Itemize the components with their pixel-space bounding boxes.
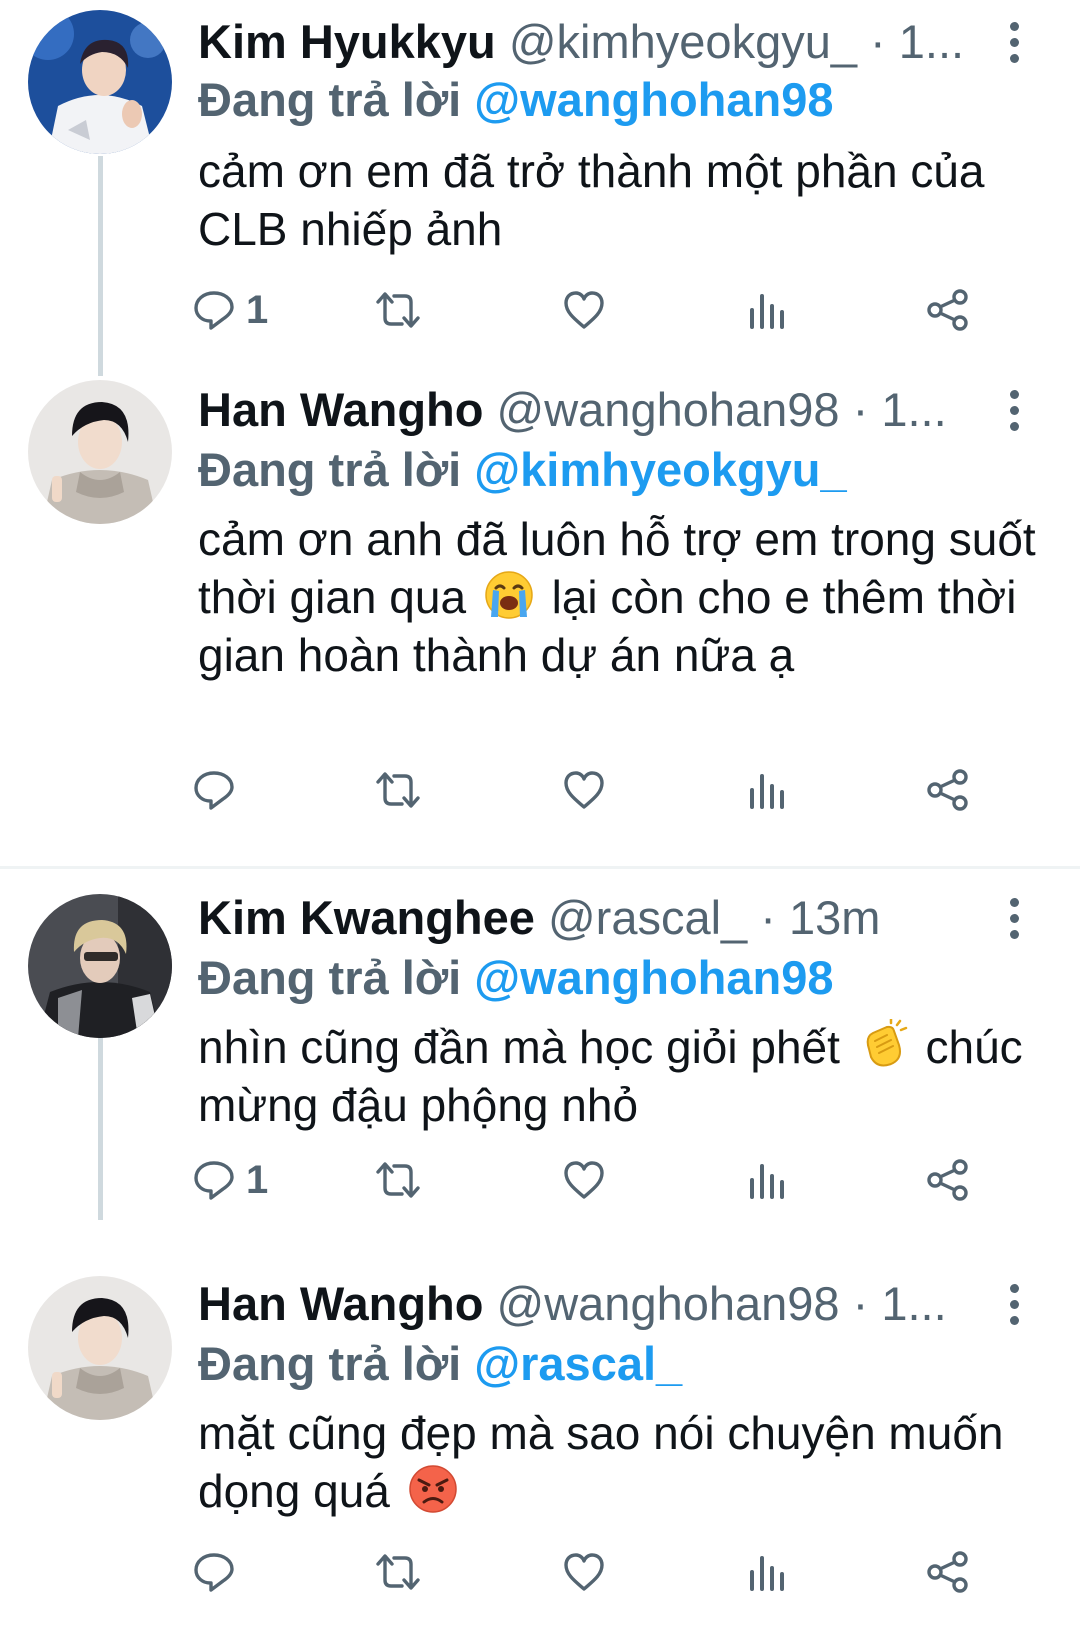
analytics-button[interactable]	[744, 282, 788, 338]
tweet[interactable]: Kim Hyukkyu @kimhyeokgyu_ · 1... Đang tr…	[0, 0, 1080, 370]
tweet[interactable]: Kim Kwanghee @rascal_ · 13m Đang trả lời…	[0, 870, 1080, 1272]
share-button[interactable]	[926, 762, 970, 818]
like-button[interactable]	[562, 282, 606, 338]
tweet-header: Han Wangho @wanghohan98 · 1...	[198, 382, 1080, 438]
tweet-actions	[198, 762, 1018, 818]
reply-button[interactable]	[192, 1544, 246, 1600]
mention-link[interactable]: @wanghohan98	[474, 951, 833, 1004]
tweet-time: · 1...	[870, 15, 965, 68]
tweet-actions: 1	[198, 282, 1018, 338]
user-handle[interactable]: @wanghohan98	[497, 383, 840, 436]
tweet-text: nhìn cũng đần mà học giỏi phết chúc mừng…	[198, 1018, 1048, 1134]
share-button[interactable]	[926, 1544, 970, 1600]
reply-button[interactable]: 1	[192, 1152, 268, 1208]
avatar[interactable]	[28, 380, 172, 524]
like-button[interactable]	[562, 1152, 606, 1208]
angry-face-emoji-icon	[407, 1463, 459, 1515]
share-icon	[926, 768, 970, 812]
share-icon	[926, 1158, 970, 1202]
display-name[interactable]: Han Wangho	[198, 383, 483, 436]
retweet-button[interactable]	[372, 282, 424, 338]
analytics-button[interactable]	[744, 1544, 788, 1600]
retweet-button[interactable]	[372, 1544, 424, 1600]
loudly-crying-face-emoji-icon	[483, 569, 535, 621]
reply-icon	[192, 1158, 236, 1202]
avatar[interactable]	[28, 10, 172, 154]
tweet-text-part: mặt cũng đẹp mà sao nói chuyện muốn dọng…	[198, 1407, 1004, 1517]
tweet-header: Kim Kwanghee @rascal_ · 13m	[198, 890, 1080, 946]
like-icon	[562, 288, 606, 332]
avatar[interactable]	[28, 1276, 172, 1420]
tweet-time: · 1...	[852, 1277, 947, 1330]
user-handle[interactable]: @rascal_	[548, 891, 747, 944]
more-icon[interactable]	[1004, 1284, 1024, 1328]
replying-to-label: Đang trả lời	[198, 443, 462, 496]
like-icon	[562, 768, 606, 812]
share-icon	[926, 1550, 970, 1594]
replying-to-line: Đang trả lời @kimhyeokgyu_	[198, 442, 847, 498]
retweet-icon	[372, 1158, 424, 1202]
reply-icon	[192, 288, 236, 332]
reply-icon	[192, 1550, 236, 1594]
replying-to-label: Đang trả lời	[198, 951, 462, 1004]
tweet[interactable]: Han Wangho @wanghohan98 · 1... Đang trả …	[0, 370, 1080, 860]
mention-link[interactable]: @kimhyeokgyu_	[474, 443, 846, 496]
analytics-icon	[744, 288, 788, 332]
analytics-button[interactable]	[744, 1152, 788, 1208]
display-name[interactable]: Han Wangho	[198, 1277, 483, 1330]
reply-count: 1	[246, 1157, 269, 1202]
tweet-time: · 13m	[760, 891, 881, 944]
like-button[interactable]	[562, 762, 606, 818]
mention-link[interactable]: @rascal_	[474, 1337, 682, 1390]
mention-link[interactable]: @wanghohan98	[474, 73, 833, 126]
display-name[interactable]: Kim Hyukkyu	[198, 15, 496, 68]
share-button[interactable]	[926, 282, 970, 338]
retweet-icon	[372, 288, 424, 332]
clapping-hands-emoji-icon	[857, 1019, 909, 1071]
replying-to-line: Đang trả lời @wanghohan98	[198, 72, 834, 128]
more-icon[interactable]	[1004, 390, 1024, 434]
analytics-icon	[744, 768, 788, 812]
tweet-text: mặt cũng đẹp mà sao nói chuyện muốn dọng…	[198, 1404, 1048, 1520]
analytics-icon	[744, 1550, 788, 1594]
like-button[interactable]	[562, 1544, 606, 1600]
tweet-time: · 1...	[852, 383, 947, 436]
replying-to-label: Đang trả lời	[198, 1337, 462, 1390]
retweet-icon	[372, 768, 424, 812]
more-icon[interactable]	[1004, 898, 1024, 942]
like-icon	[562, 1550, 606, 1594]
avatar[interactable]	[28, 894, 172, 1038]
tweet[interactable]: Han Wangho @wanghohan98 · 1... Đang trả …	[0, 1250, 1080, 1631]
like-icon	[562, 1158, 606, 1202]
tweet-text: cảm ơn em đã trở thành một phần của CLB …	[198, 145, 985, 255]
replying-to-line: Đang trả lời @rascal_	[198, 1336, 682, 1392]
analytics-icon	[744, 1158, 788, 1202]
thread-divider	[0, 866, 1080, 869]
share-button[interactable]	[926, 1152, 970, 1208]
reply-button[interactable]: 1	[192, 282, 268, 338]
user-handle[interactable]: @kimhyeokgyu_	[509, 15, 857, 68]
replying-to-label: Đang trả lời	[198, 73, 462, 126]
reply-button[interactable]	[192, 762, 246, 818]
tweet-text: cảm ơn anh đã luôn hỗ trợ em trong suốt …	[198, 510, 1048, 684]
retweet-icon	[372, 1550, 424, 1594]
more-icon[interactable]	[1004, 22, 1024, 66]
retweet-button[interactable]	[372, 1152, 424, 1208]
tweet-header: Kim Hyukkyu @kimhyeokgyu_ · 1...	[198, 14, 1080, 70]
tweet-header: Han Wangho @wanghohan98 · 1...	[198, 1276, 1080, 1332]
share-icon	[926, 288, 970, 332]
user-handle[interactable]: @wanghohan98	[497, 1277, 840, 1330]
tweet-actions	[198, 1544, 1018, 1600]
retweet-button[interactable]	[372, 762, 424, 818]
reply-icon	[192, 768, 236, 812]
replying-to-line: Đang trả lời @wanghohan98	[198, 950, 834, 1006]
reply-count: 1	[246, 287, 269, 332]
tweet-actions: 1	[198, 1152, 1018, 1208]
tweet-text-part: nhìn cũng đần mà học giỏi phết	[198, 1021, 840, 1073]
analytics-button[interactable]	[744, 762, 788, 818]
display-name[interactable]: Kim Kwanghee	[198, 891, 535, 944]
